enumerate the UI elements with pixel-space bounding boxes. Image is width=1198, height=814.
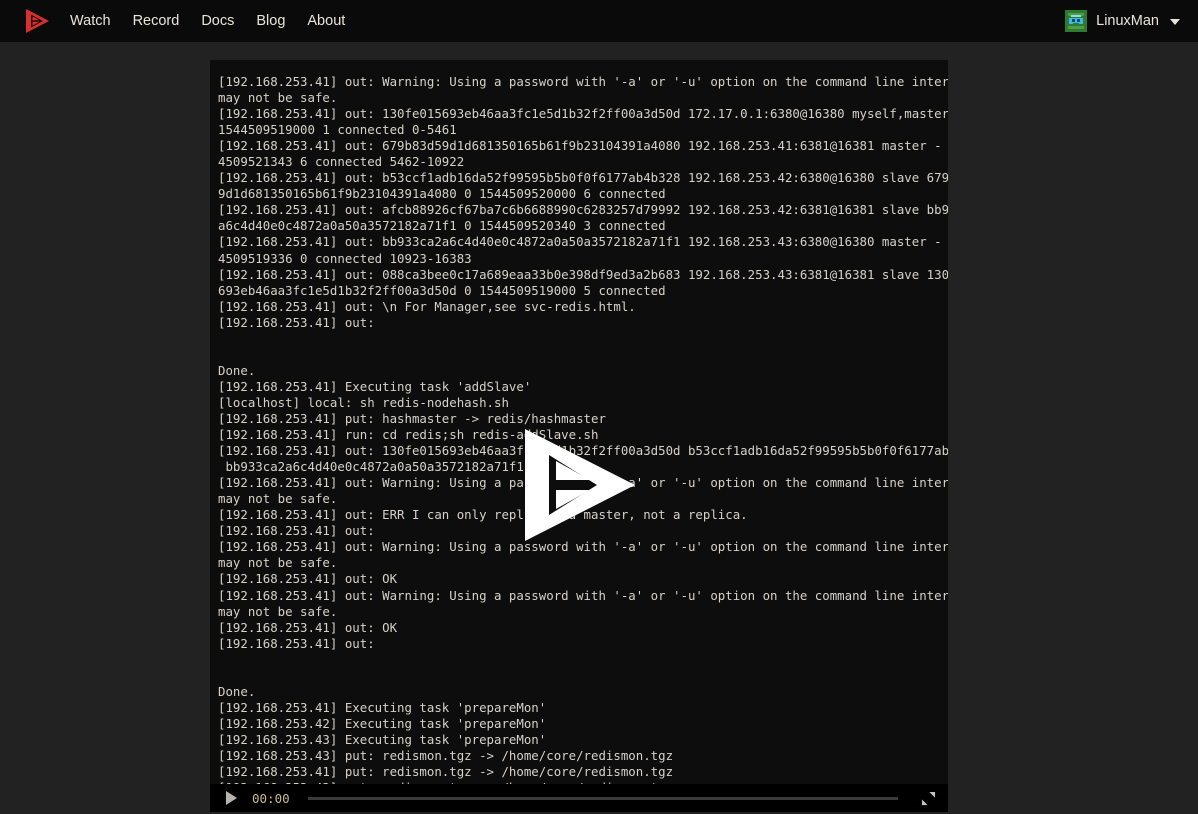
terminal-line: [192.168.253.41] out: Warning: Using a p… <box>218 74 948 89</box>
timecode-label: 00:00 <box>252 790 290 806</box>
top-navbar: Watch Record Docs Blog About LinuxMan <box>0 0 1198 42</box>
play-icon[interactable] <box>216 784 246 812</box>
terminal-line: [192.168.253.41] Executing task 'addSlav… <box>218 378 532 394</box>
terminal-line: [192.168.253.41] out: <box>218 314 375 330</box>
chevron-down-icon <box>1170 19 1180 25</box>
terminal-line: 9d1d681350165b61f9b23104391a4080 0 15445… <box>218 186 666 202</box>
nav-link-watch[interactable]: Watch <box>70 0 111 42</box>
terminal-line: [192.168.253.41] out: 088ca3bee0c17a689e… <box>218 266 948 282</box>
terminal-line: [192.168.253.41] out: 679b83d59d1d681350… <box>218 138 948 154</box>
nav-link-record[interactable]: Record <box>133 0 180 42</box>
terminal-line: a6c4d40e0c4872a0a50a3572182a71f1 0 15445… <box>218 218 666 234</box>
nav-link-about[interactable]: About <box>307 0 345 42</box>
terminal-line: [192.168.253.41] out: bb933ca2a6c4d40e0c… <box>218 234 948 250</box>
nav-link-blog[interactable]: Blog <box>256 0 285 42</box>
terminal-line: 1544509519000 1 connected 0-5461 <box>218 122 457 138</box>
page-root: Watch Record Docs Blog About LinuxMan [1… <box>0 0 1198 814</box>
terminal-line: [192.168.253.41] out: OK <box>218 571 398 587</box>
nav-links: Watch Record Docs Blog About <box>70 0 345 42</box>
player-controls: 00:00 <box>210 784 948 812</box>
terminal-line: 693eb46aa3fc1e5d1b32f2ff00a3d50d 0 15445… <box>218 282 666 298</box>
terminal-line: [192.168.253.43] put: redismon.tgz -> /h… <box>218 747 674 763</box>
terminal-line: 4509521343 6 connected 5462-10922 <box>218 154 465 170</box>
user-name-label: LinuxMan <box>1096 13 1159 29</box>
nav-link-docs[interactable]: Docs <box>201 0 234 42</box>
terminal-output: [192.168.253.41] out: Warning: Using a p… <box>210 60 948 790</box>
play-triangle <box>225 791 237 805</box>
terminal-line: may not be safe. <box>218 90 338 106</box>
progress-bar[interactable] <box>307 796 898 800</box>
big-play-button-icon[interactable] <box>519 427 639 543</box>
terminal-line: [192.168.253.41] out: b53ccf1adb16da52f9… <box>218 170 948 186</box>
terminal-line: [192.168.253.41] Executing task 'prepare… <box>218 699 547 715</box>
terminal-line: may not be safe. <box>218 555 338 571</box>
terminal-line: [192.168.253.41] out: <box>218 635 375 651</box>
asciinema-play-logo-icon[interactable] <box>22 6 52 36</box>
terminal-line: [192.168.253.41] out: 130fe015693eb46aa3… <box>218 106 948 122</box>
terminal-line: may not be safe. <box>218 603 338 619</box>
user-menu[interactable]: LinuxMan <box>1065 0 1180 42</box>
terminal-line: [192.168.253.41] put: redismon.tgz -> /h… <box>218 764 674 780</box>
terminal-line: [192.168.253.41] put: hashmaster -> redi… <box>218 410 606 426</box>
terminal-line: Done. <box>218 683 256 699</box>
terminal-line: [192.168.253.42] Executing task 'prepare… <box>218 715 547 731</box>
terminal-line: [192.168.253.41] out: Warning: Using a p… <box>218 587 948 603</box>
terminal-line: [192.168.253.41] out: OK <box>218 619 398 635</box>
terminal-line: [192.168.253.41] out: afcb88926cf67ba7c6… <box>218 202 948 218</box>
terminal-line: [192.168.253.43] Executing task 'prepare… <box>218 731 547 747</box>
terminal-line: Done. <box>218 362 256 378</box>
terminal-line: [localhost] local: sh redis-nodehash.sh <box>218 394 509 410</box>
fullscreen-expand-icon[interactable] <box>914 784 942 812</box>
terminal-line: 4509519336 0 connected 10923-16383 <box>218 250 472 266</box>
asciinema-player[interactable]: [192.168.253.41] out: Warning: Using a p… <box>210 60 948 812</box>
terminal-line: [192.168.253.41] out: \n For Manager,see… <box>218 298 636 314</box>
user-identicon-avatar <box>1065 10 1088 32</box>
